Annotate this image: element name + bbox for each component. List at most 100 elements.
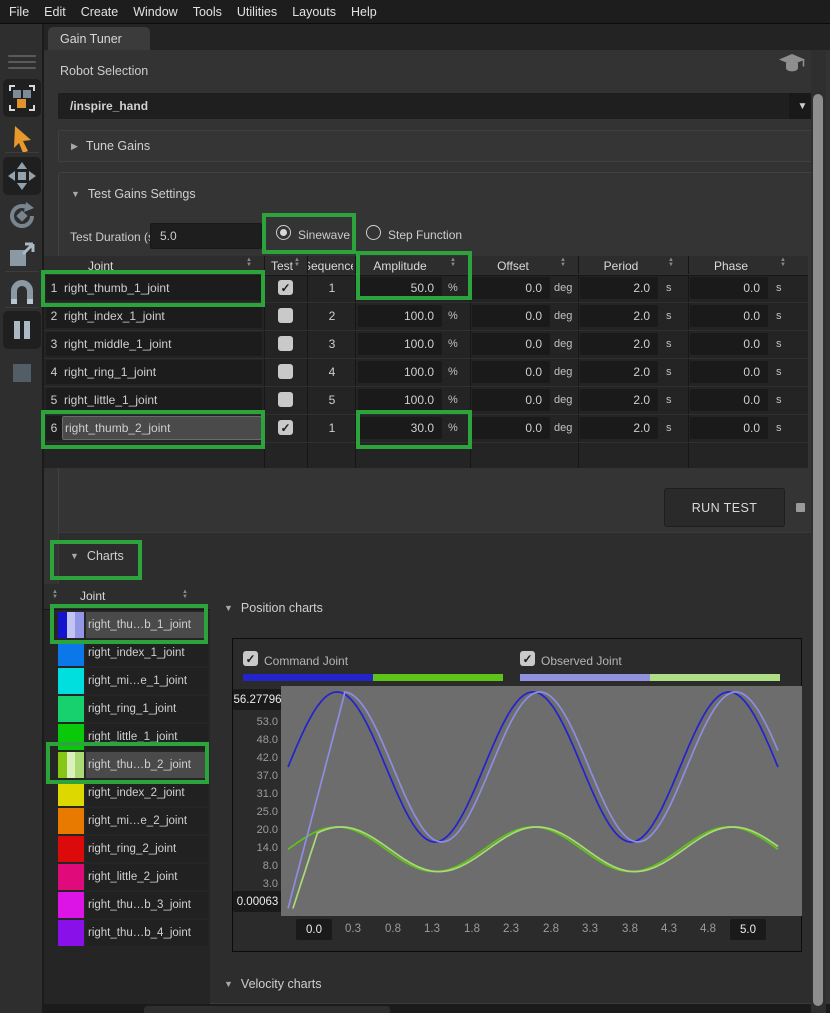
test-checkbox[interactable]	[278, 392, 293, 407]
joint-list-row-7[interactable]: right_index_2_joint	[44, 779, 210, 807]
test-checkbox[interactable]	[278, 336, 293, 351]
scale-tool-icon[interactable]	[3, 236, 41, 274]
table-row-6[interactable]: 6right_thumb_2_joint✓130.0%0.0deg2.0s0.0…	[44, 414, 808, 442]
phase-value[interactable]: 0.0	[690, 389, 768, 411]
velocity-charts-header[interactable]: ▼ Velocity charts	[212, 974, 322, 994]
offset-value[interactable]: 0.0	[472, 277, 550, 299]
joint-list-sort-carets[interactable]: ▲▼	[52, 590, 58, 599]
phase-value[interactable]: 0.0	[690, 361, 768, 383]
period-value[interactable]: 2.0	[580, 417, 658, 439]
tab-gain-tuner[interactable]: Gain Tuner	[48, 27, 150, 50]
phase-value[interactable]: 0.0	[690, 417, 768, 439]
menu-item-edit[interactable]: Edit	[44, 5, 66, 19]
menu-item-utilities[interactable]: Utilities	[237, 5, 277, 19]
menu-item-layouts[interactable]: Layouts	[292, 5, 336, 19]
amplitude-value[interactable]: 100.0	[358, 305, 442, 327]
sequence-value[interactable]: 1	[311, 274, 353, 302]
phase-value[interactable]: 0.0	[690, 333, 768, 355]
offset-value[interactable]: 0.0	[472, 305, 550, 327]
column-header-joint[interactable]: Joint	[44, 256, 144, 276]
amplitude-value[interactable]: 100.0	[358, 389, 442, 411]
scrollbar-track[interactable]	[811, 50, 826, 1013]
pause-icon[interactable]	[3, 311, 41, 349]
test-checkbox[interactable]: ✓	[278, 280, 293, 295]
joint-list-row-3[interactable]: right_mi…e_1_joint	[44, 667, 210, 695]
joint-list-row-10[interactable]: right_little_2_joint	[44, 863, 210, 891]
period-value[interactable]: 2.0	[580, 361, 658, 383]
column-header-sequence[interactable]: Sequence	[307, 256, 353, 276]
sequence-value[interactable]: 3	[311, 330, 353, 358]
charts-section-header[interactable]: ▼ Charts	[58, 546, 124, 566]
amplitude-value[interactable]: 100.0	[358, 361, 442, 383]
menu-item-file[interactable]: File	[9, 5, 29, 19]
column-header-period[interactable]: Period	[578, 256, 664, 276]
joint-name-cell[interactable]: 6right_thumb_2_joint	[46, 416, 262, 440]
tutorial-graduation-cap-icon[interactable]	[778, 52, 806, 74]
column-header-amplitude[interactable]: Amplitude	[355, 256, 445, 276]
joint-list-row-1[interactable]: right_thu…b_1_joint	[44, 611, 210, 639]
column-header-offset[interactable]: Offset	[470, 256, 556, 276]
menu-item-window[interactable]: Window	[133, 5, 177, 19]
sinewave-radio-label[interactable]: Sinewave	[298, 228, 350, 242]
period-value[interactable]: 2.0	[580, 305, 658, 327]
joint-name-cell[interactable]: 2right_index_1_joint	[46, 304, 262, 328]
joint-list-row-12[interactable]: right_thu…b_4_joint	[44, 919, 210, 947]
table-row-5[interactable]: 5right_little_1_joint5100.0%0.0deg2.0s0.…	[44, 386, 808, 414]
joint-list-row-9[interactable]: right_ring_2_joint	[44, 835, 210, 863]
scrollbar-thumb[interactable]	[813, 94, 823, 1006]
menu-item-help[interactable]: Help	[351, 5, 377, 19]
position-charts-header[interactable]: ▼ Position charts	[212, 598, 323, 618]
legend-checkbox-command[interactable]: ✓	[243, 651, 258, 666]
sort-carets-joint[interactable]: ▲▼	[246, 258, 252, 267]
table-row-2[interactable]: 2right_index_1_joint2100.0%0.0deg2.0s0.0…	[44, 302, 808, 330]
run-test-button[interactable]: RUN TEST	[664, 488, 785, 527]
joint-list-header[interactable]: ▲▼Joint▲▼	[44, 584, 210, 610]
select-mode-icon[interactable]	[3, 79, 41, 117]
phase-value[interactable]: 0.0	[690, 305, 768, 327]
menu-item-tools[interactable]: Tools	[193, 5, 222, 19]
period-value[interactable]: 2.0	[580, 333, 658, 355]
step-function-radio-label[interactable]: Step Function	[388, 228, 462, 242]
amplitude-value[interactable]: 30.0	[358, 417, 442, 439]
sort-carets-amplitude[interactable]: ▲▼	[450, 258, 456, 267]
amplitude-value[interactable]: 100.0	[358, 333, 442, 355]
sort-carets-phase[interactable]: ▲▼	[780, 258, 786, 267]
test-checkbox[interactable]	[278, 364, 293, 379]
joint-list-sort-carets[interactable]: ▲▼	[182, 590, 188, 599]
tune-gains-section[interactable]: ▶Tune Gains	[58, 130, 816, 162]
menu-item-create[interactable]: Create	[81, 5, 119, 19]
offset-value[interactable]: 0.0	[472, 333, 550, 355]
phase-value[interactable]: 0.0	[690, 277, 768, 299]
test-gains-settings-header[interactable]: ▼Test Gains Settings	[59, 179, 815, 209]
joint-name-cell[interactable]: 1right_thumb_1_joint	[46, 276, 262, 300]
test-checkbox[interactable]: ✓	[278, 420, 293, 435]
sort-carets-period[interactable]: ▲▼	[668, 258, 674, 267]
rotate-tool-icon[interactable]	[3, 197, 41, 235]
test-checkbox[interactable]	[278, 308, 293, 323]
joint-list-row-4[interactable]: right_ring_1_joint	[44, 695, 210, 723]
test-duration-input[interactable]: 5.0	[150, 223, 262, 249]
move-tool-icon[interactable]	[3, 157, 41, 195]
joint-name-cell[interactable]: 5right_little_1_joint	[46, 388, 262, 412]
offset-value[interactable]: 0.0	[472, 389, 550, 411]
legend-checkbox-observed[interactable]: ✓	[520, 651, 535, 666]
joint-list-row-2[interactable]: right_index_1_joint	[44, 639, 210, 667]
sequence-value[interactable]: 5	[311, 386, 353, 414]
table-row-1[interactable]: 1right_thumb_1_joint✓150.0%0.0deg2.0s0.0…	[44, 274, 808, 302]
joint-list-row-11[interactable]: right_thu…b_3_joint	[44, 891, 210, 919]
sequence-value[interactable]: 2	[311, 302, 353, 330]
period-value[interactable]: 2.0	[580, 277, 658, 299]
joint-list-row-8[interactable]: right_mi…e_2_joint	[44, 807, 210, 835]
sort-carets-offset[interactable]: ▲▼	[560, 258, 566, 267]
column-header-phase[interactable]: Phase	[688, 256, 774, 276]
step-function-radio[interactable]	[366, 225, 381, 240]
stop-icon[interactable]	[3, 354, 41, 392]
table-row-3[interactable]: 3right_middle_1_joint3100.0%0.0deg2.0s0.…	[44, 330, 808, 358]
joint-name-cell[interactable]: 3right_middle_1_joint	[46, 332, 262, 356]
offset-value[interactable]: 0.0	[472, 361, 550, 383]
offset-value[interactable]: 0.0	[472, 417, 550, 439]
period-value[interactable]: 2.0	[580, 389, 658, 411]
amplitude-value[interactable]: 50.0	[358, 277, 442, 299]
robot-selection-dropdown[interactable]: /inspire_hand ▼	[58, 93, 816, 119]
joint-name-cell[interactable]: 4right_ring_1_joint	[46, 360, 262, 384]
